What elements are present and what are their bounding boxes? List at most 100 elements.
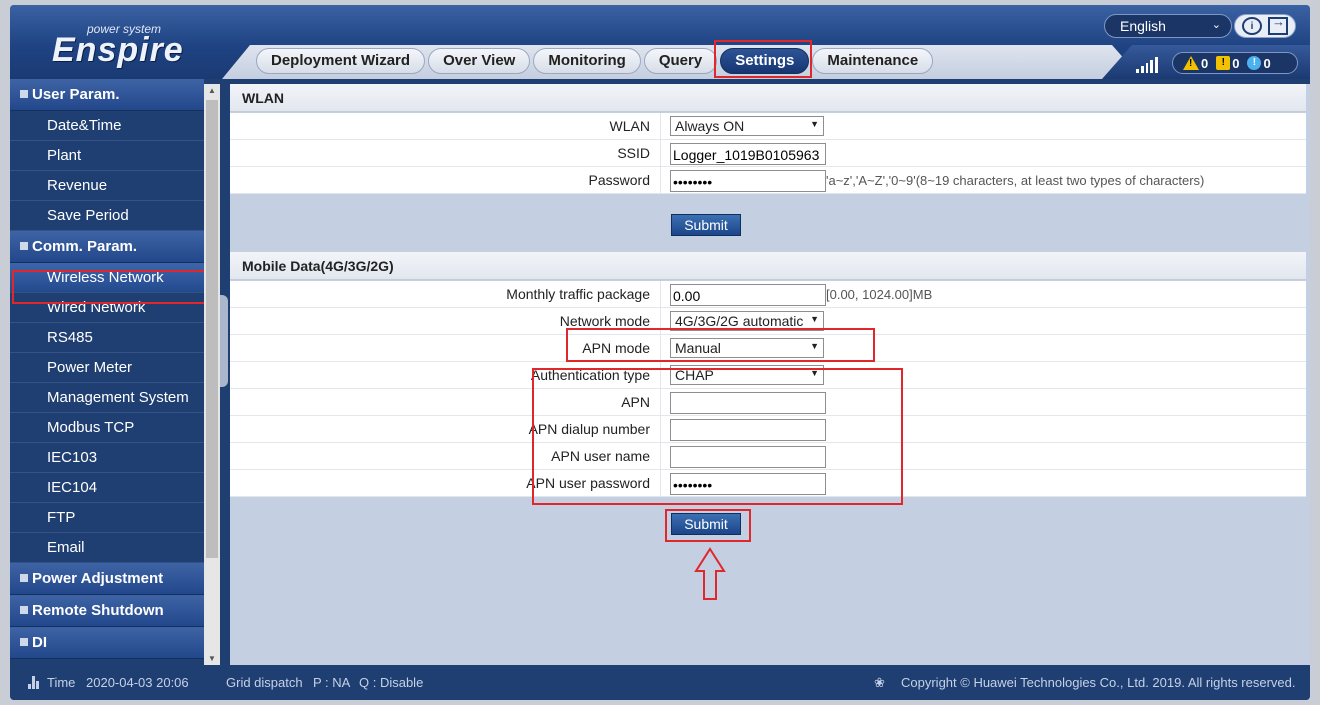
huawei-logo-icon: ❀ <box>874 675 885 690</box>
q-value: Q : Disable <box>359 675 424 690</box>
alarm-summary[interactable]: 0 ! 0 ! 0 <box>1172 52 1298 74</box>
up-arrow-icon <box>694 547 726 600</box>
apn-label: APN <box>621 394 650 410</box>
language-label: English <box>1120 18 1166 34</box>
warning-triangle-icon <box>1183 56 1199 70</box>
sidebar-item-wired-network[interactable]: Wired Network <box>10 293 204 323</box>
apn-dialup-row: APN dialup number <box>230 416 1306 443</box>
sidebar-item-iec103[interactable]: IEC103 <box>10 443 204 473</box>
apn-dialup-label: APN dialup number <box>528 421 650 437</box>
sidebar: User Param. Date&Time Plant Revenue Save… <box>10 79 204 665</box>
grid-dispatch-label: Grid dispatch <box>226 675 303 690</box>
info-icon[interactable]: i <box>1242 17 1262 35</box>
ssid-input[interactable] <box>670 143 826 165</box>
sidebar-item-email[interactable]: Email <box>10 533 204 563</box>
sidebar-item-date-time[interactable]: Date&Time <box>10 111 204 141</box>
apn-mode-select[interactable]: Manual ▼ <box>670 338 824 358</box>
tab-monitoring[interactable]: Monitoring <box>533 48 641 74</box>
apn-mode-label: APN mode <box>582 340 650 356</box>
expand-icon <box>20 574 28 583</box>
traffic-hint: [0.00, 1024.00]MB <box>826 287 933 302</box>
bullet-icon <box>20 638 28 647</box>
mobile-submit-button[interactable]: Submit <box>671 513 741 535</box>
warning-alarm: ! 0 <box>1247 55 1271 71</box>
major-alarm-count: 0 <box>1201 55 1209 71</box>
wlan-form: WLAN Always ON▼ SSID Password 'a~z','A~Z… <box>230 113 1306 194</box>
traffic-row: Monthly traffic package [0.00, 1024.00]M… <box>230 281 1306 308</box>
apn-dialup-input[interactable] <box>670 419 826 441</box>
apn-user-password-label: APN user password <box>526 475 650 491</box>
ssid-row: SSID <box>230 140 1306 167</box>
wlan-section-title: WLAN <box>230 84 1306 112</box>
sidebar-scrollbar[interactable]: ▲ ▼ <box>204 84 220 665</box>
password-hint: 'a~z','A~Z','0~9'(8~19 characters, at le… <box>826 173 1205 188</box>
scrollbar-thumb[interactable] <box>206 100 218 558</box>
sidebar-collapse-handle[interactable] <box>220 295 228 387</box>
copyright-text: Copyright © Huawei Technologies Co., Ltd… <box>901 675 1296 690</box>
scroll-up-icon[interactable]: ▲ <box>208 86 216 95</box>
tab-query[interactable]: Query <box>643 48 718 74</box>
sidebar-item-plant[interactable]: Plant <box>10 141 204 171</box>
apn-user-password-row: APN user password <box>230 470 1306 497</box>
header-icon-group: i <box>1234 14 1296 38</box>
sidebar-group-power-adjustment[interactable]: Power Adjustment <box>10 563 204 595</box>
network-mode-row: Network mode 4G/3G/2G automatic ▼ <box>230 308 1306 335</box>
sidebar-item-revenue[interactable]: Revenue <box>10 171 204 201</box>
warning-alarm-icon: ! <box>1247 56 1262 70</box>
ssid-label: SSID <box>617 145 650 161</box>
sidebar-group-user-param[interactable]: User Param. <box>10 79 204 111</box>
password-label: Password <box>588 172 650 188</box>
auth-type-row: Authentication type CHAP ▼ <box>230 362 1306 389</box>
apn-input[interactable] <box>670 392 826 414</box>
sidebar-item-power-meter[interactable]: Power Meter <box>10 353 204 383</box>
collapse-icon <box>20 90 28 99</box>
warning-alarm-count: 0 <box>1263 55 1271 71</box>
auth-type-select[interactable]: CHAP ▼ <box>670 365 824 385</box>
apn-user-label: APN user name <box>551 448 650 464</box>
traffic-label: Monthly traffic package <box>506 286 650 302</box>
sidebar-item-rs485[interactable]: RS485 <box>10 323 204 353</box>
time-value: 2020-04-03 20:06 <box>86 675 189 690</box>
password-row: Password 'a~z','A~Z','0~9'(8~19 characte… <box>230 167 1306 194</box>
chevron-down-icon: ⌄ <box>1211 19 1221 31</box>
network-mode-select[interactable]: 4G/3G/2G automatic ▼ <box>670 311 824 331</box>
dropdown-arrow-icon: ▼ <box>810 341 819 351</box>
password-input[interactable] <box>670 170 826 192</box>
sidebar-item-wireless-network[interactable]: Wireless Network <box>10 263 204 293</box>
dropdown-arrow-icon: ▼ <box>810 119 819 129</box>
apn-row: APN <box>230 389 1306 416</box>
footer: Time 2020-04-03 20:06 Grid dispatch P : … <box>10 665 1310 700</box>
p-value: P : NA <box>313 675 351 690</box>
collapse-icon <box>20 242 28 251</box>
network-mode-label: Network mode <box>559 313 650 329</box>
wlan-mode-row: WLAN Always ON ▼ <box>230 113 1306 140</box>
sidebar-item-modbus-tcp[interactable]: Modbus TCP <box>10 413 204 443</box>
sidebar-group-remote-shutdown[interactable]: Remote Shutdown <box>10 595 204 627</box>
tab-maintenance[interactable]: Maintenance <box>812 48 934 74</box>
sidebar-item-ftp[interactable]: FTP <box>10 503 204 533</box>
tab-deployment-wizard[interactable]: Deployment Wizard <box>256 48 426 74</box>
sidebar-group-di[interactable]: DI <box>10 627 204 659</box>
apn-mode-row: APN mode Manual ▼ <box>230 335 1306 362</box>
sidebar-item-iec104[interactable]: IEC104 <box>10 473 204 503</box>
sidebar-item-save-period[interactable]: Save Period <box>10 201 204 231</box>
apn-user-input[interactable] <box>670 446 826 468</box>
chart-bars-icon <box>28 675 42 689</box>
wlan-label: WLAN <box>609 118 650 134</box>
apn-user-password-input[interactable] <box>670 473 826 495</box>
sidebar-item-management-system[interactable]: Management System <box>10 383 204 413</box>
mobile-section-title: Mobile Data(4G/3G/2G) <box>230 252 1306 280</box>
wlan-submit-button[interactable]: Submit <box>671 214 741 236</box>
traffic-input[interactable] <box>670 284 826 306</box>
main-content: WLAN WLAN Always ON▼ SSID Password 'a~z'… <box>230 84 1310 665</box>
sidebar-group-comm-param[interactable]: Comm. Param. <box>10 231 204 263</box>
dropdown-arrow-icon: ▼ <box>810 314 819 324</box>
language-select[interactable]: English ⌄ <box>1104 14 1232 38</box>
mobile-form: Monthly traffic package [0.00, 1024.00]M… <box>230 281 1306 497</box>
scroll-down-icon[interactable]: ▼ <box>208 654 216 663</box>
logout-icon[interactable] <box>1268 14 1288 35</box>
tab-over-view[interactable]: Over View <box>428 48 531 74</box>
dropdown-arrow-icon: ▼ <box>810 368 819 378</box>
wlan-mode-select[interactable]: Always ON ▼ <box>670 116 824 136</box>
major-alarm: 0 <box>1183 56 1208 71</box>
